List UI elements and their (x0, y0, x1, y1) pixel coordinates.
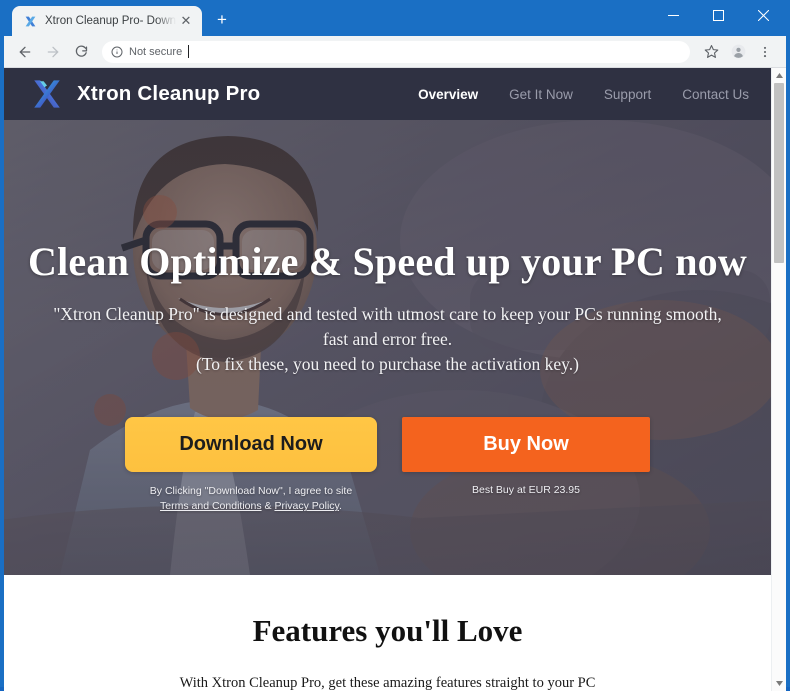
xtron-logo-icon (30, 77, 64, 111)
web-page: Xtron Cleanup Pro Overview Get It Now Su… (4, 68, 771, 691)
nav-item-contact-us[interactable]: Contact Us (682, 87, 749, 102)
features-subtitle: With Xtron Cleanup Pro, get these amazin… (4, 675, 771, 691)
buy-now-button[interactable]: Buy Now (402, 417, 650, 472)
nav-item-get-it-now[interactable]: Get It Now (509, 87, 573, 102)
window-controls (651, 0, 786, 36)
scrollbar-track[interactable] (772, 83, 786, 676)
download-note-text: By Clicking "Download Now", I agree to s… (150, 485, 352, 497)
tab-strip: Xtron Cleanup Pro- Download P ✕ + (4, 6, 651, 36)
close-button[interactable] (741, 0, 786, 30)
features-section: Features you'll Love With Xtron Cleanup … (4, 575, 771, 691)
hero-title: Clean Optimize & Speed up your PC now (4, 238, 771, 285)
download-legal-note: By Clicking "Download Now", I agree to s… (150, 484, 352, 516)
address-bar[interactable]: Not secure (102, 41, 690, 63)
tab-title: Xtron Cleanup Pro- Download P (45, 15, 176, 27)
download-now-button[interactable]: Download Now (125, 417, 377, 472)
profile-avatar-icon[interactable] (725, 39, 751, 65)
xtron-favicon-icon (22, 13, 38, 29)
page-viewport: Xtron Cleanup Pro Overview Get It Now Su… (4, 68, 786, 691)
nav-item-support[interactable]: Support (604, 87, 651, 102)
forward-button[interactable] (40, 39, 66, 65)
browser-tab[interactable]: Xtron Cleanup Pro- Download P ✕ (12, 6, 202, 36)
hero-subtitle: "Xtron Cleanup Pro" is designed and test… (4, 302, 771, 377)
toolbar-right-actions (698, 39, 778, 65)
tab-close-icon[interactable]: ✕ (178, 13, 194, 29)
chrome-menu-icon[interactable] (752, 39, 778, 65)
not-secure-info-icon[interactable] (110, 45, 124, 59)
browser-titlebar: Xtron Cleanup Pro- Download P ✕ + (4, 0, 786, 36)
minimize-button[interactable] (651, 0, 696, 30)
privacy-policy-link[interactable]: Privacy Policy (274, 500, 339, 512)
note-ampersand: & (265, 500, 272, 512)
brand[interactable]: Xtron Cleanup Pro (30, 77, 260, 111)
reload-button[interactable] (68, 39, 94, 65)
hero-subtitle-line-1: "Xtron Cleanup Pro" is designed and test… (4, 302, 771, 327)
download-cta-group: Download Now By Clicking "Download Now",… (125, 417, 377, 516)
new-tab-button[interactable]: + (208, 6, 236, 34)
back-button[interactable] (12, 39, 38, 65)
site-nav: Overview Get It Now Support Contact Us (418, 87, 749, 102)
hero-subtitle-line-2: fast and error free. (4, 327, 771, 352)
brand-name: Xtron Cleanup Pro (77, 82, 260, 106)
site-header: Xtron Cleanup Pro Overview Get It Now Su… (4, 68, 771, 120)
browser-window: Xtron Cleanup Pro- Download P ✕ + (0, 0, 790, 687)
security-status-label: Not secure (129, 46, 182, 58)
terms-and-conditions-link[interactable]: Terms and Conditions (160, 500, 262, 512)
scrollbar-thumb[interactable] (774, 83, 784, 263)
hero-content: Clean Optimize & Speed up your PC now "X… (4, 120, 771, 515)
features-title: Features you'll Love (4, 613, 771, 649)
note-period: . (339, 500, 342, 512)
browser-toolbar: Not secure (4, 36, 786, 68)
bookmark-star-icon[interactable] (698, 39, 724, 65)
nav-item-overview[interactable]: Overview (418, 87, 478, 102)
cta-row: Download Now By Clicking "Download Now",… (4, 417, 771, 516)
url-text-caret (188, 45, 189, 58)
hero-section: Clean Optimize & Speed up your PC now "X… (4, 120, 771, 575)
buy-cta-group: Buy Now Best Buy at EUR 23.95 (402, 417, 650, 516)
page-scrollbar[interactable] (771, 68, 786, 691)
maximize-button[interactable] (696, 0, 741, 30)
best-buy-price-note: Best Buy at EUR 23.95 (472, 484, 580, 496)
scroll-down-arrow-icon[interactable] (772, 676, 786, 691)
scroll-up-arrow-icon[interactable] (772, 68, 786, 83)
hero-subtitle-line-3: (To fix these, you need to purchase the … (4, 352, 771, 377)
